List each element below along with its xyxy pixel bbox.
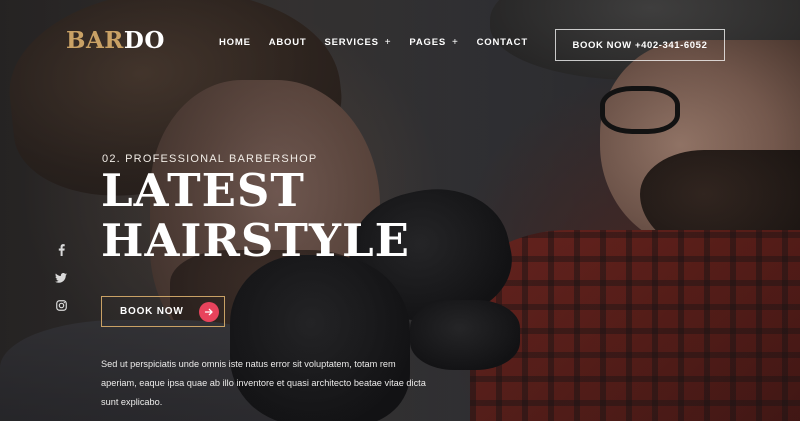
nav-item-pages[interactable]: PAGES + (409, 37, 458, 49)
twitter-icon[interactable] (54, 271, 68, 285)
nav-item-label: SERVICES (324, 37, 379, 48)
hero-headline: LATEST HAIRSTYLE (101, 166, 410, 266)
main-nav: HOME ABOUT SERVICES + PAGES + CONTACT (219, 37, 528, 49)
logo-rest-text: DO (123, 27, 165, 54)
nav-item-about[interactable]: ABOUT (269, 37, 307, 49)
hero-headline-line-2: HAIRSTYLE (101, 214, 410, 267)
logo[interactable]: BARDO (66, 27, 165, 55)
nav-item-label: ABOUT (268, 37, 307, 48)
site-header: BARDO HOME ABOUT SERVICES + PAGES + CONT… (0, 0, 800, 86)
plus-icon: + (384, 37, 392, 48)
nav-item-services[interactable]: SERVICES + (324, 37, 391, 49)
header-book-now-button[interactable]: BOOK NOW +402-341-6052 (555, 29, 725, 61)
plus-icon: + (451, 37, 459, 48)
hero-description: Sed ut perspiciatis unde omnis iste natu… (101, 359, 426, 407)
arrow-right-icon (199, 301, 219, 322)
hero-book-now-label: BOOK NOW (120, 306, 184, 317)
nav-item-label: HOME (219, 37, 251, 48)
facebook-icon[interactable] (54, 243, 68, 257)
nav-item-contact[interactable]: CONTACT (477, 37, 528, 49)
hero-book-now-button[interactable]: BOOK NOW (101, 296, 225, 327)
nav-item-home[interactable]: HOME (219, 37, 251, 49)
nav-item-label: PAGES (409, 37, 446, 48)
header-book-now-label: BOOK NOW +402-341-6052 (572, 39, 708, 51)
logo-accent-text: BAR (66, 27, 124, 54)
nav-item-label: CONTACT (476, 37, 528, 48)
hero-headline-line-1: LATEST (101, 164, 305, 217)
instagram-icon[interactable] (54, 298, 68, 312)
